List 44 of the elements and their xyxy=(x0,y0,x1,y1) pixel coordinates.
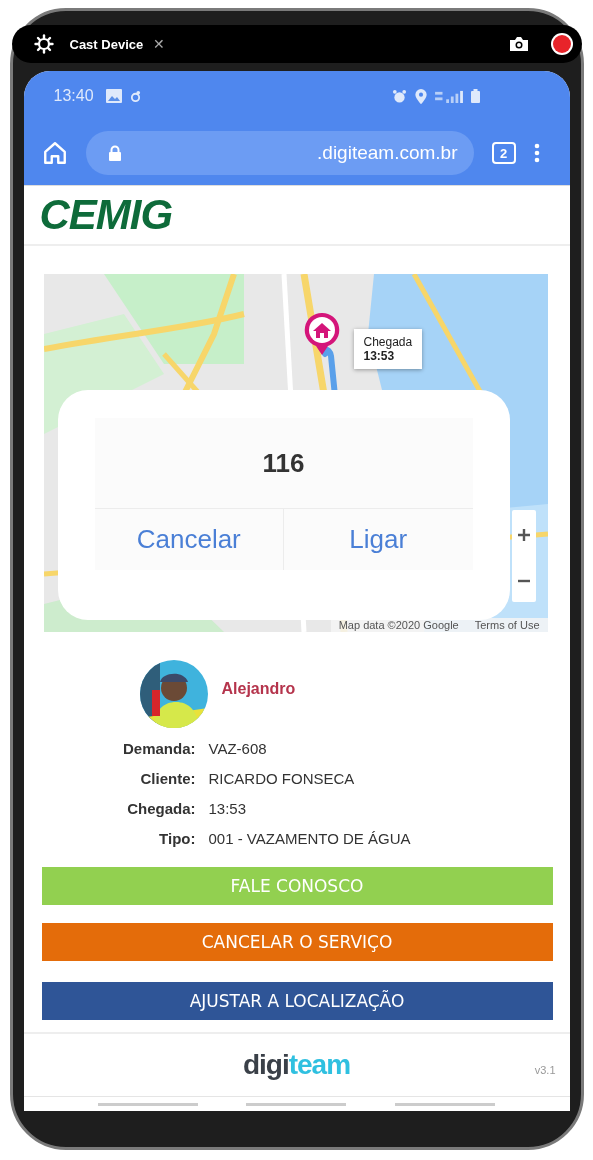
window-title: Cast Device xyxy=(69,36,144,52)
action-button[interactable]: CANCELAR O SERVIÇO xyxy=(41,923,553,961)
nav-handle[interactable] xyxy=(395,1102,496,1106)
location-pin-icon xyxy=(414,88,427,104)
nav-handle[interactable] xyxy=(246,1102,347,1106)
detail-value: 13:53 xyxy=(208,800,248,817)
settings-icon[interactable] xyxy=(33,34,54,54)
company-logo: CEMIG xyxy=(39,191,173,239)
sync-icon xyxy=(129,90,141,102)
detail-value: VAZ-608 xyxy=(208,740,268,757)
url-text: .digiteam.com.br xyxy=(316,142,458,164)
image-icon xyxy=(105,89,122,103)
zoom-in-icon[interactable] xyxy=(517,529,530,541)
technician-name: Alejandro xyxy=(221,680,296,698)
home-icon[interactable] xyxy=(41,140,68,166)
signal-icon xyxy=(434,89,463,103)
zoom-out-icon[interactable] xyxy=(517,579,530,583)
address-bar[interactable]: .digiteam.com.br xyxy=(85,131,474,175)
alarm-icon xyxy=(391,88,407,104)
dialog-button[interactable]: Ligar xyxy=(284,509,473,570)
phone-number: 116 xyxy=(261,446,306,480)
detail-label: Demanda: xyxy=(121,740,196,757)
camera-icon[interactable] xyxy=(507,36,530,52)
version-label: v3.1 xyxy=(534,1064,556,1076)
detail-value: 001 - VAZAMENTO DE ÁGUA xyxy=(208,830,412,847)
detail-label: Tipo: xyxy=(158,830,196,847)
tooltip-time: 13:53 xyxy=(363,349,396,363)
detail-label: Cliente: xyxy=(139,770,196,787)
terms-link[interactable]: Terms of Use xyxy=(474,619,540,631)
detail-label: Chegada: xyxy=(126,800,196,817)
tab-count-button[interactable]: 2 xyxy=(491,142,516,164)
lock-icon xyxy=(107,145,122,161)
detail-value: RICARDO FONSECA xyxy=(208,770,356,787)
map-attribution: Map data ©2020 Google xyxy=(338,619,459,631)
dialog-button[interactable]: Cancelar xyxy=(94,509,284,570)
record-icon[interactable] xyxy=(549,32,574,56)
action-button[interactable]: AJUSTAR A LOCALIZAÇÃO xyxy=(41,982,553,1020)
close-button[interactable]: ✕ xyxy=(153,36,166,52)
battery-icon xyxy=(470,89,480,103)
menu-icon[interactable] xyxy=(533,143,540,163)
status-time: 13:40 xyxy=(53,87,94,105)
digiteam-logo: digiteam xyxy=(242,1049,351,1081)
nav-handle[interactable] xyxy=(97,1102,198,1106)
tooltip-label: Chegada xyxy=(363,335,413,349)
